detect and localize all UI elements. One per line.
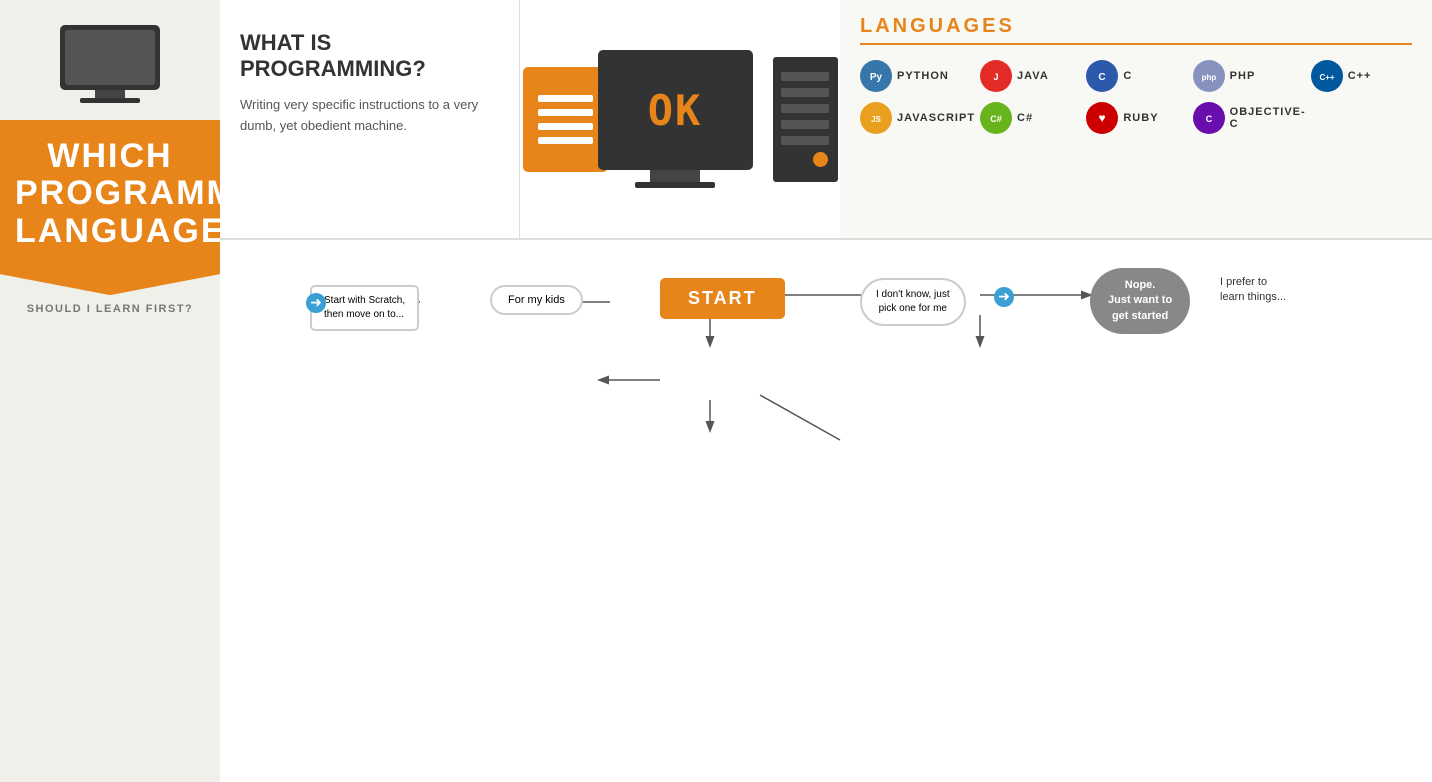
what-is-section: WHAT ISPROGRAMMING? Writing very specifi… [220,0,520,238]
lang-ruby: ♥ RUBY [1086,102,1187,134]
svg-text:C: C [1099,72,1106,83]
svg-text:Py: Py [870,72,883,83]
lang-cpp: C++ C++ [1311,60,1412,92]
monitor-icon [50,20,170,110]
cpp-label: C++ [1348,70,1372,82]
c-logo: C [1086,60,1118,92]
main-area: WHAT ISPROGRAMMING? Writing very specifi… [220,0,1432,782]
lang-python: Py PYTHON [860,60,975,92]
banner-title-line2: PROGRAMMING [15,175,205,212]
csharp-label: C# [1017,112,1033,124]
left-banner: WHICH PROGRAMMING LANGUAGE SHOULD I LEAR… [0,0,220,782]
svg-text:➜: ➜ [998,288,1010,304]
lang-php: php PHP [1193,60,1306,92]
svg-text:C++: C++ [1319,73,1334,82]
node-start: START [660,278,785,319]
objc-logo: C [1193,102,1225,134]
svg-text:php: php [1201,73,1216,82]
languages-grid: Py PYTHON J JAVA C C [860,60,1412,134]
node-prefer: I prefer tolearn things... [1220,275,1286,306]
lang-csharp: C# C# [980,102,1081,134]
php-logo: php [1193,60,1225,92]
svg-text:JS: JS [871,115,881,124]
lang-java: J JAVA [980,60,1081,92]
lang-objc: C OBJECTIVE-C [1193,102,1306,134]
js-label: JAVASCRIPT [897,112,975,124]
what-is-desc: Writing very specific instructions to a … [240,95,499,137]
lang-js: JS JAVASCRIPT [860,102,975,134]
node-nope: Nope.Just want toget started [1090,268,1190,334]
svg-text:♥: ♥ [1099,111,1106,125]
languages-section: LANGUAGES Py PYTHON J JAVA [840,0,1432,238]
what-is-title: WHAT ISPROGRAMMING? [240,30,499,83]
svg-text:C: C [1205,114,1212,124]
node-for-my-kids: For my kids [490,285,583,315]
banner-title-line3: LANGUAGE [15,213,205,250]
arrow-after-scratch: ➜ [305,292,327,319]
node-idontknow: I don't know, justpick one for me [860,278,966,326]
flowchart-area: For my kids Start with Scratch,then move… [220,240,1432,782]
languages-title: LANGUAGES [860,15,1412,45]
arrow-idontknow: ➜ [993,286,1015,313]
svg-text:J: J [994,72,999,82]
banner-title-line1: WHICH [15,138,205,175]
java-logo: J [980,60,1012,92]
objc-label: OBJECTIVE-C [1230,106,1306,130]
cpp-logo: C++ [1311,60,1343,92]
ok-visual: OK [520,0,840,238]
python-logo: Py [860,60,892,92]
svg-text:C#: C# [990,114,1002,124]
top-section: WHAT ISPROGRAMMING? Writing very specifi… [220,0,1432,240]
c-label: C [1123,70,1132,82]
java-label: JAVA [1017,70,1049,82]
csharp-logo: C# [980,102,1012,134]
ruby-label: RUBY [1123,112,1158,124]
ruby-logo: ♥ [1086,102,1118,134]
php-label: PHP [1230,70,1256,82]
banner-subtitle: SHOULD I LEARN FIRST? [27,303,194,315]
python-label: PYTHON [897,70,949,82]
svg-text:➜: ➜ [310,294,322,310]
js-logo: JS [860,102,892,134]
lang-c: C C [1086,60,1187,92]
